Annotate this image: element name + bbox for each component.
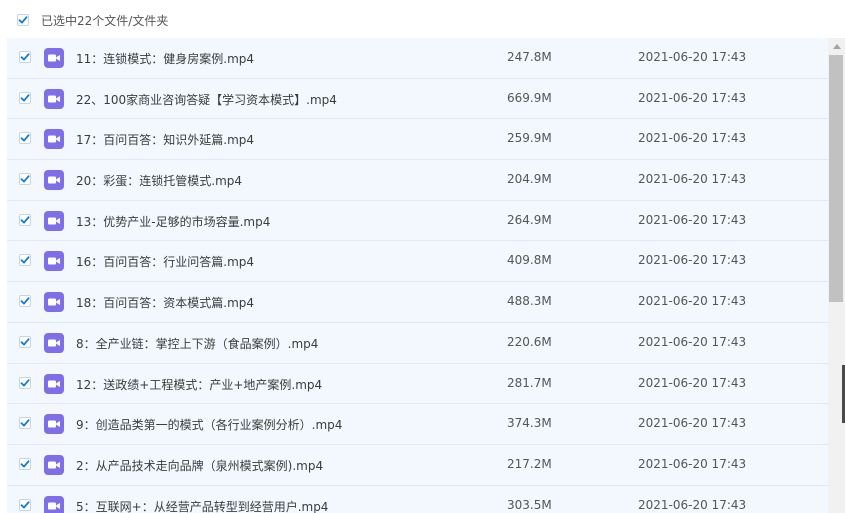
file-modified-date: 2021-06-20 17:43 bbox=[638, 334, 747, 349]
file-checkbox[interactable] bbox=[19, 498, 31, 511]
selection-count-label: 已选中22个文件/文件夹 bbox=[41, 14, 169, 28]
file-modified-date: 2021-06-20 17:43 bbox=[638, 212, 747, 227]
file-name[interactable]: 16：百问百答：行业问答篇.mp4 bbox=[76, 253, 254, 270]
file-modified-date: 2021-06-20 17:43 bbox=[638, 131, 747, 146]
file-modified-date: 2021-06-20 17:43 bbox=[638, 416, 747, 431]
file-row[interactable]: 8：全产业链：掌控上下游（食品案例）.mp4 220.6M 2021-06-20 1… bbox=[7, 322, 828, 364]
file-row[interactable]: 9：创造品类第一的模式（各行业案例分析）.mp4 374.3M 2021-06-20… bbox=[7, 404, 828, 445]
file-checkbox[interactable] bbox=[19, 91, 31, 104]
select-all-checkbox[interactable] bbox=[17, 14, 29, 26]
checkmark-icon bbox=[20, 53, 30, 61]
video-file-icon bbox=[44, 88, 64, 113]
file-name[interactable]: 8：全产业链：掌控上下游（食品案例）.mp4 bbox=[76, 335, 318, 352]
file-name[interactable]: 13：优势产业-足够的市场容量.mp4 bbox=[76, 213, 270, 230]
video-file-icon bbox=[44, 129, 64, 153]
file-row[interactable]: 18：百问百答：资本模式篇.mp4 488.3M 2021-06-20 17:43 bbox=[7, 282, 828, 323]
checkmark-icon bbox=[20, 175, 30, 183]
file-size: 264.9M bbox=[507, 212, 552, 227]
file-name[interactable]: 5：互联网+：从经营产品转型到经营用户.mp4 bbox=[76, 498, 328, 513]
video-file-icon bbox=[44, 292, 64, 316]
file-size: 374.3M bbox=[507, 416, 552, 431]
file-modified-date: 2021-06-20 17:43 bbox=[638, 497, 747, 512]
file-modified-date: 2021-06-20 17:43 bbox=[638, 456, 747, 471]
file-size: 409.8M bbox=[507, 253, 552, 268]
file-size: 217.2M bbox=[507, 456, 552, 471]
checkmark-icon bbox=[20, 500, 30, 509]
file-row[interactable]: 20：彩蛋：连锁托管模式.mp4 204.9M 2021-06-20 17:43 bbox=[7, 160, 828, 201]
file-modified-date: 2021-06-20 17:43 bbox=[638, 172, 747, 187]
file-row[interactable]: 5：互联网+：从经营产品转型到经营用户.mp4 303.5M 2021-06-20 … bbox=[7, 485, 828, 513]
file-size: 220.6M bbox=[507, 334, 552, 349]
file-name[interactable]: 20：彩蛋：连锁托管模式.mp4 bbox=[76, 172, 242, 189]
scroll-thumb[interactable] bbox=[829, 55, 843, 302]
checkmark-icon bbox=[20, 460, 30, 468]
file-size: 281.7M bbox=[507, 375, 552, 390]
video-file-icon bbox=[44, 495, 64, 513]
file-size: 488.3M bbox=[507, 294, 552, 309]
file-modified-date: 2021-06-20 17:43 bbox=[638, 294, 747, 309]
file-modified-date: 2021-06-20 17:43 bbox=[638, 90, 747, 105]
scroll-up-arrow-icon bbox=[832, 43, 841, 49]
file-name[interactable]: 22、100家商业咨询答疑【学习资本模式】.mp4 bbox=[76, 91, 337, 108]
file-size: 204.9M bbox=[507, 172, 552, 187]
file-checkbox[interactable] bbox=[19, 51, 31, 63]
file-checkbox[interactable] bbox=[19, 295, 31, 308]
scroll-up-button[interactable] bbox=[828, 38, 845, 54]
video-file-icon bbox=[44, 454, 64, 479]
file-size: 247.8M bbox=[507, 50, 552, 64]
file-name[interactable]: 12：送政绩+工程模式：产业+地产案例.mp4 bbox=[76, 376, 322, 393]
file-checkbox[interactable] bbox=[19, 417, 31, 430]
video-file-icon bbox=[44, 48, 64, 72]
vertical-scrollbar[interactable] bbox=[828, 38, 845, 513]
file-checkbox[interactable] bbox=[19, 254, 31, 267]
file-name[interactable]: 18：百问百答：资本模式篇.mp4 bbox=[76, 294, 254, 311]
file-size: 669.9M bbox=[507, 90, 552, 105]
file-size: 259.9M bbox=[507, 131, 552, 146]
video-file-icon bbox=[44, 332, 64, 357]
file-name[interactable]: 11：连锁模式：健身房案例.mp4 bbox=[76, 50, 254, 67]
checkmark-icon bbox=[20, 378, 30, 386]
file-modified-date: 2021-06-20 17:43 bbox=[638, 253, 747, 268]
file-row[interactable]: 12：送政绩+工程模式：产业+地产案例.mp4 281.7M 2021-06-20 … bbox=[7, 363, 828, 405]
file-name[interactable]: 17：百问百答：知识外延篇.mp4 bbox=[76, 131, 254, 148]
file-modified-date: 2021-06-20 17:43 bbox=[638, 375, 747, 390]
checkmark-icon bbox=[20, 93, 30, 102]
file-checkbox[interactable] bbox=[19, 132, 31, 145]
file-name[interactable]: 2：从产品技术走向品牌（泉州模式案例).mp4 bbox=[76, 457, 323, 474]
file-list: 11：连锁模式：健身房案例.mp4 247.8M 2021-06-20 17:43 2… bbox=[0, 38, 828, 513]
video-file-icon bbox=[44, 210, 64, 235]
video-file-icon bbox=[44, 373, 64, 398]
file-checkbox[interactable] bbox=[19, 376, 31, 389]
file-name[interactable]: 9：创造品类第一的模式（各行业案例分析）.mp4 bbox=[76, 416, 342, 433]
checkmark-icon bbox=[20, 419, 30, 427]
checkmark-icon bbox=[20, 338, 30, 346]
checkmark-icon bbox=[20, 134, 30, 142]
file-row[interactable]: 16：百问百答：行业问答篇.mp4 409.8M 2021-06-20 17:43 bbox=[7, 241, 828, 283]
file-checkbox[interactable] bbox=[19, 457, 31, 470]
checkmark-icon bbox=[20, 297, 30, 305]
checkmark-icon bbox=[18, 16, 28, 24]
video-file-icon bbox=[44, 251, 64, 275]
video-file-icon bbox=[44, 414, 64, 438]
selection-header: 已选中22个文件/文件夹 bbox=[0, 0, 845, 40]
checkmark-icon bbox=[20, 216, 30, 224]
file-modified-date: 2021-06-20 17:43 bbox=[638, 50, 747, 64]
file-row[interactable]: 11：连锁模式：健身房案例.mp4 247.8M 2021-06-20 17:43 bbox=[7, 38, 828, 79]
file-row[interactable]: 17：百问百答：知识外延篇.mp4 259.9M 2021-06-20 17:43 bbox=[7, 119, 828, 161]
file-row[interactable]: 22、100家商业咨询答疑【学习资本模式】.mp4 669.9M 2021-06-2… bbox=[7, 78, 828, 120]
video-file-icon bbox=[44, 170, 64, 194]
file-checkbox[interactable] bbox=[19, 213, 31, 226]
checkmark-icon bbox=[20, 256, 30, 264]
file-checkbox[interactable] bbox=[19, 335, 31, 348]
file-size: 303.5M bbox=[507, 497, 552, 512]
file-row[interactable]: 2：从产品技术走向品牌（泉州模式案例).mp4 217.2M 2021-06-20 … bbox=[7, 444, 828, 486]
file-row[interactable]: 13：优势产业-足够的市场容量.mp4 264.9M 2021-06-20 17:4… bbox=[7, 200, 828, 242]
file-checkbox[interactable] bbox=[19, 173, 31, 186]
